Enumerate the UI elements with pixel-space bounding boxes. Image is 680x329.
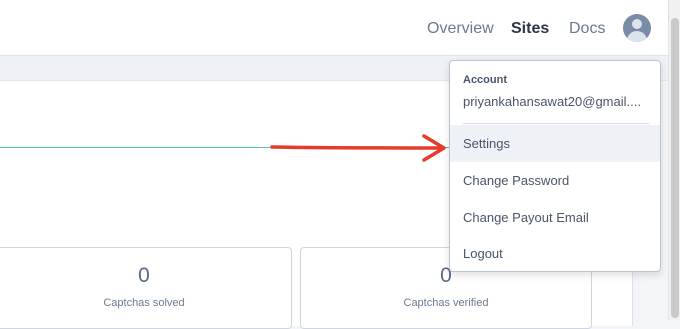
stat-card-captchas-solved: 0 Captchas solved (0, 247, 292, 329)
menu-item-label: Settings (463, 136, 510, 151)
chart-line (0, 147, 460, 148)
menu-item-label: Logout (463, 246, 503, 261)
stat-value: 0 (138, 264, 150, 287)
user-avatar-icon[interactable] (623, 14, 651, 42)
stat-label: Captchas solved (103, 297, 185, 309)
menu-item-settings[interactable]: Settings (450, 125, 660, 162)
nav-docs-link[interactable]: Docs (569, 20, 605, 38)
account-section-title: Account (463, 74, 507, 86)
stat-label: Captchas verified (403, 297, 489, 309)
account-email: priyankahansawat20@gmail.... (463, 94, 641, 109)
menu-item-change-payout-email[interactable]: Change Payout Email (450, 199, 660, 236)
menu-item-logout[interactable]: Logout (450, 235, 660, 272)
menu-divider (463, 123, 649, 124)
scrollbar-thumb[interactable] (671, 18, 679, 318)
nav-sites-link[interactable]: Sites (511, 20, 549, 38)
menu-item-label: Change Password (463, 173, 570, 188)
account-dropdown-menu: Account priyankahansawat20@gmail.... Set… (449, 60, 661, 272)
menu-item-change-password[interactable]: Change Password (450, 162, 660, 199)
top-navigation-bar: Overview Sites Docs (0, 0, 668, 56)
nav-overview-link[interactable]: Overview (427, 20, 494, 38)
avatar-head (632, 19, 642, 29)
avatar-body (627, 31, 647, 42)
menu-item-label: Change Payout Email (463, 210, 589, 225)
vertical-scrollbar[interactable] (668, 0, 680, 320)
